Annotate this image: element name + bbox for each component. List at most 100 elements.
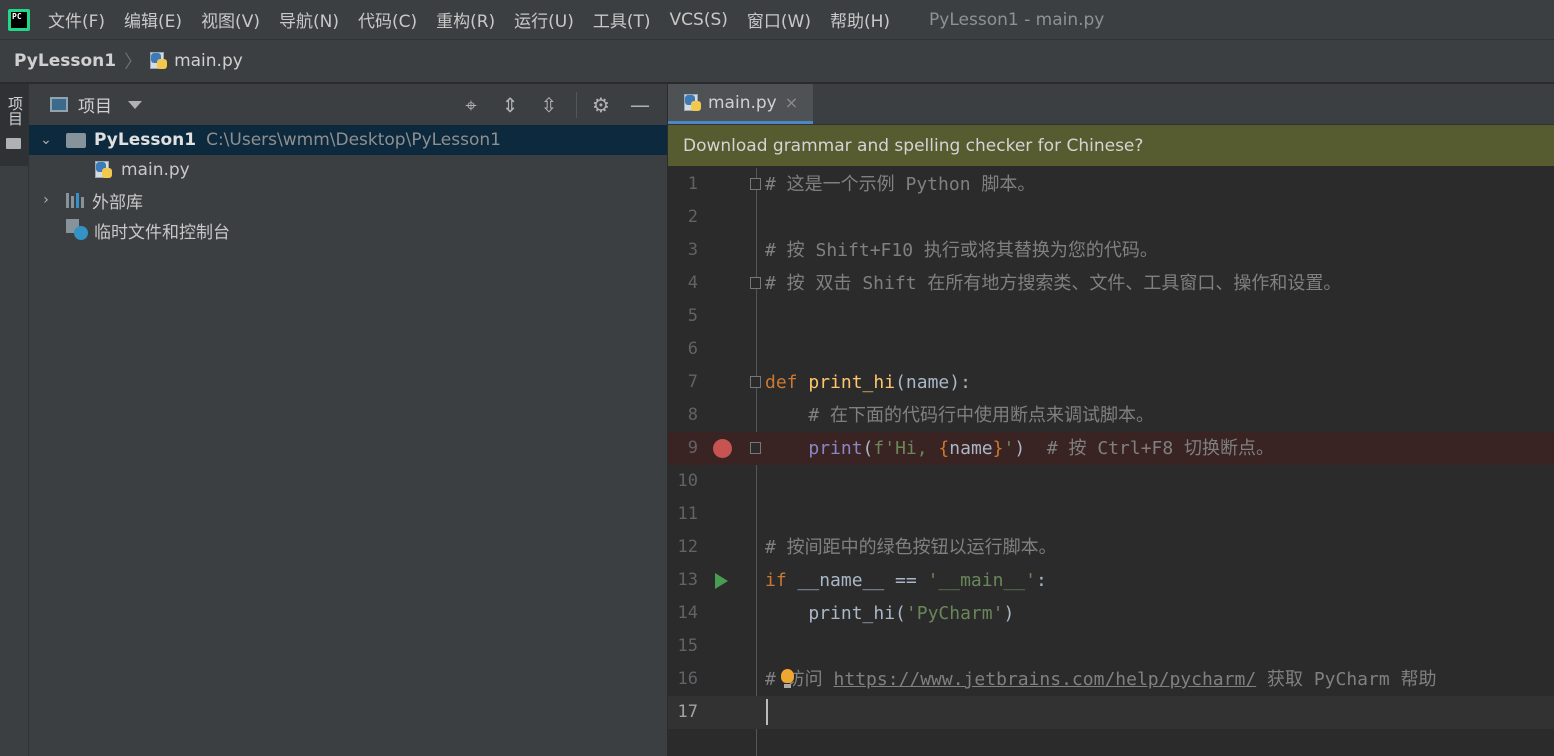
menu-vcs[interactable]: VCS(S) (670, 10, 728, 30)
menu-help[interactable]: 帮助(H) (830, 7, 890, 32)
code-line[interactable]: 14 print_hi('PyCharm') (668, 597, 1554, 630)
code-text: print(f'Hi, {name}') # 按 Ctrl+F8 切换断点。 (808, 438, 1275, 459)
window-title: PyLesson1 - main.py (929, 9, 1105, 30)
menu-bar: PC 文件(F) 编辑(E) 视图(V) 导航(N) 代码(C) 重构(R) 运… (0, 0, 1554, 40)
folder-icon (6, 138, 21, 149)
lightbulb-icon[interactable] (781, 669, 794, 688)
python-file-icon (150, 52, 168, 70)
editor-tab-bar: main.py × (668, 84, 1554, 125)
menu-tools[interactable]: 工具(T) (593, 7, 651, 32)
editor: main.py × Download grammar and spelling … (668, 84, 1554, 756)
code-line[interactable]: 8 # 在下面的代码行中使用断点来调试脚本。 (668, 399, 1554, 432)
tree-item-external-libraries[interactable]: › 外部库 (29, 185, 667, 215)
menu-file[interactable]: 文件(F) (48, 7, 105, 32)
chevron-right-icon[interactable]: › (40, 192, 52, 208)
code-line[interactable]: 6 (668, 333, 1554, 366)
code-text: def print_hi(name): (765, 372, 971, 393)
breadcrumb-project[interactable]: PyLesson1 (14, 51, 116, 71)
line-number: 3 (687, 240, 698, 260)
run-icon[interactable] (715, 573, 728, 589)
tab-label: main.py (708, 92, 777, 113)
pycharm-logo-icon[interactable]: PC (8, 8, 30, 31)
project-root-name: PyLesson1 (94, 130, 197, 150)
tree-item-main-py[interactable]: main.py (29, 155, 667, 185)
menu-window[interactable]: 窗口(W) (747, 7, 811, 32)
code-line[interactable]: 4 # 按 双击 Shift 在所有地方搜索类、文件、工具窗口、操作和设置。 (668, 267, 1554, 300)
tree-item-project-root[interactable]: ⌄ PyLesson1 C:\Users\wmm\Desktop\PyLesso… (29, 125, 667, 155)
hide-panel-icon[interactable]: — (628, 93, 652, 117)
chevron-down-icon[interactable] (128, 100, 142, 109)
line-number: 17 (677, 702, 698, 722)
code-line[interactable]: 12 # 按间距中的绿色按钮以运行脚本。 (668, 531, 1554, 564)
breadcrumb-separator: 〉 (124, 52, 143, 73)
menu-view[interactable]: 视图(V) (201, 7, 260, 32)
expand-all-icon[interactable]: ⇕ (498, 93, 522, 117)
fold-marker-icon[interactable] (750, 277, 761, 289)
line-number: 2 (687, 207, 698, 227)
line-number: 9 (687, 438, 698, 458)
code-line[interactable]: 3 # 按 Shift+F10 执行或将其替换为您的代码。 (668, 234, 1554, 267)
line-number: 6 (687, 339, 698, 359)
code-line[interactable]: 2 (668, 201, 1554, 234)
python-file-icon (95, 161, 113, 179)
project-panel-title[interactable]: 项目 (78, 92, 112, 117)
project-root-path: C:\Users\wmm\Desktop\PyLesson1 (206, 130, 501, 150)
line-number: 4 (687, 273, 698, 293)
menu-navigate[interactable]: 导航(N) (279, 7, 339, 32)
code-text: print_hi('PyCharm') (765, 603, 1015, 624)
locate-file-icon[interactable]: ⌖ (459, 93, 483, 117)
breadcrumb: PyLesson1 〉 main.py (0, 40, 1554, 83)
line-number: 8 (687, 405, 698, 425)
fold-marker-icon[interactable] (750, 442, 761, 454)
code-editor[interactable]: 1 # 这是一个示例 Python 脚本。 2 3 # 按 Shift+F10 … (668, 168, 1554, 756)
toolbar-divider (576, 91, 577, 118)
close-icon[interactable]: × (785, 93, 798, 112)
library-icon (66, 192, 86, 208)
gear-icon[interactable]: ⚙ (589, 93, 613, 117)
line-number: 13 (677, 570, 698, 590)
tab-main-py[interactable]: main.py × (668, 84, 813, 124)
line-number: 15 (677, 636, 698, 656)
menu-edit[interactable]: 编辑(E) (124, 7, 182, 32)
tree-file-label: main.py (121, 160, 190, 180)
code-text: if __name__ == '__main__': (765, 570, 1047, 591)
chevron-down-icon[interactable]: ⌄ (40, 132, 52, 148)
notification-banner[interactable]: Download grammar and spelling checker fo… (668, 125, 1554, 166)
line-number: 14 (677, 603, 698, 623)
code-line[interactable]: 15 (668, 630, 1554, 663)
left-tool-strip: 项目 (0, 84, 29, 756)
help-link[interactable]: https://www.jetbrains.com/help/pycharm/ (834, 669, 1257, 690)
code-text: # 按 Shift+F10 执行或将其替换为您的代码。 (765, 240, 1158, 261)
breadcrumb-file[interactable]: main.py (174, 51, 243, 71)
project-view-icon (50, 97, 68, 112)
line-number: 12 (677, 537, 698, 557)
code-line[interactable]: 13 if __name__ == '__main__': (668, 564, 1554, 597)
line-number: 16 (677, 669, 698, 689)
fold-marker-icon[interactable] (750, 376, 761, 388)
line-number: 7 (687, 372, 698, 392)
code-line-current[interactable]: 17 (668, 696, 1554, 729)
code-line[interactable]: 16 # 访问 https://www.jetbrains.com/help/p… (668, 663, 1554, 696)
code-line[interactable]: 11 (668, 498, 1554, 531)
fold-marker-icon[interactable] (750, 178, 761, 190)
menu-run[interactable]: 运行(U) (514, 7, 574, 32)
menu-refactor[interactable]: 重构(R) (436, 7, 495, 32)
tree-item-scratches[interactable]: 临时文件和控制台 (29, 215, 667, 245)
code-line[interactable]: 1 # 这是一个示例 Python 脚本。 (668, 168, 1554, 201)
scratches-label: 临时文件和控制台 (94, 222, 230, 243)
code-text: # 按 双击 Shift 在所有地方搜索类、文件、工具窗口、操作和设置。 (765, 273, 1342, 294)
breakpoint-icon[interactable] (713, 439, 732, 458)
code-line[interactable]: 7 def print_hi(name): (668, 366, 1554, 399)
python-file-icon (684, 93, 702, 112)
line-number: 5 (687, 306, 698, 326)
collapse-all-icon[interactable]: ⇳ (537, 93, 561, 117)
menu-code[interactable]: 代码(C) (358, 7, 417, 32)
code-text: # 这是一个示例 Python 脚本。 (765, 174, 1036, 195)
project-panel-toolbar: ⌖ ⇕ ⇳ ⚙ — (459, 84, 667, 125)
line-number: 1 (687, 174, 698, 194)
line-number: 11 (677, 504, 698, 524)
project-tool-window-tab[interactable]: 项目 (0, 84, 28, 166)
code-line-breakpoint[interactable]: 9 print(f'Hi, {name}') # 按 Ctrl+F8 切换断点。 (668, 432, 1554, 465)
code-line[interactable]: 5 (668, 300, 1554, 333)
code-line[interactable]: 10 (668, 465, 1554, 498)
